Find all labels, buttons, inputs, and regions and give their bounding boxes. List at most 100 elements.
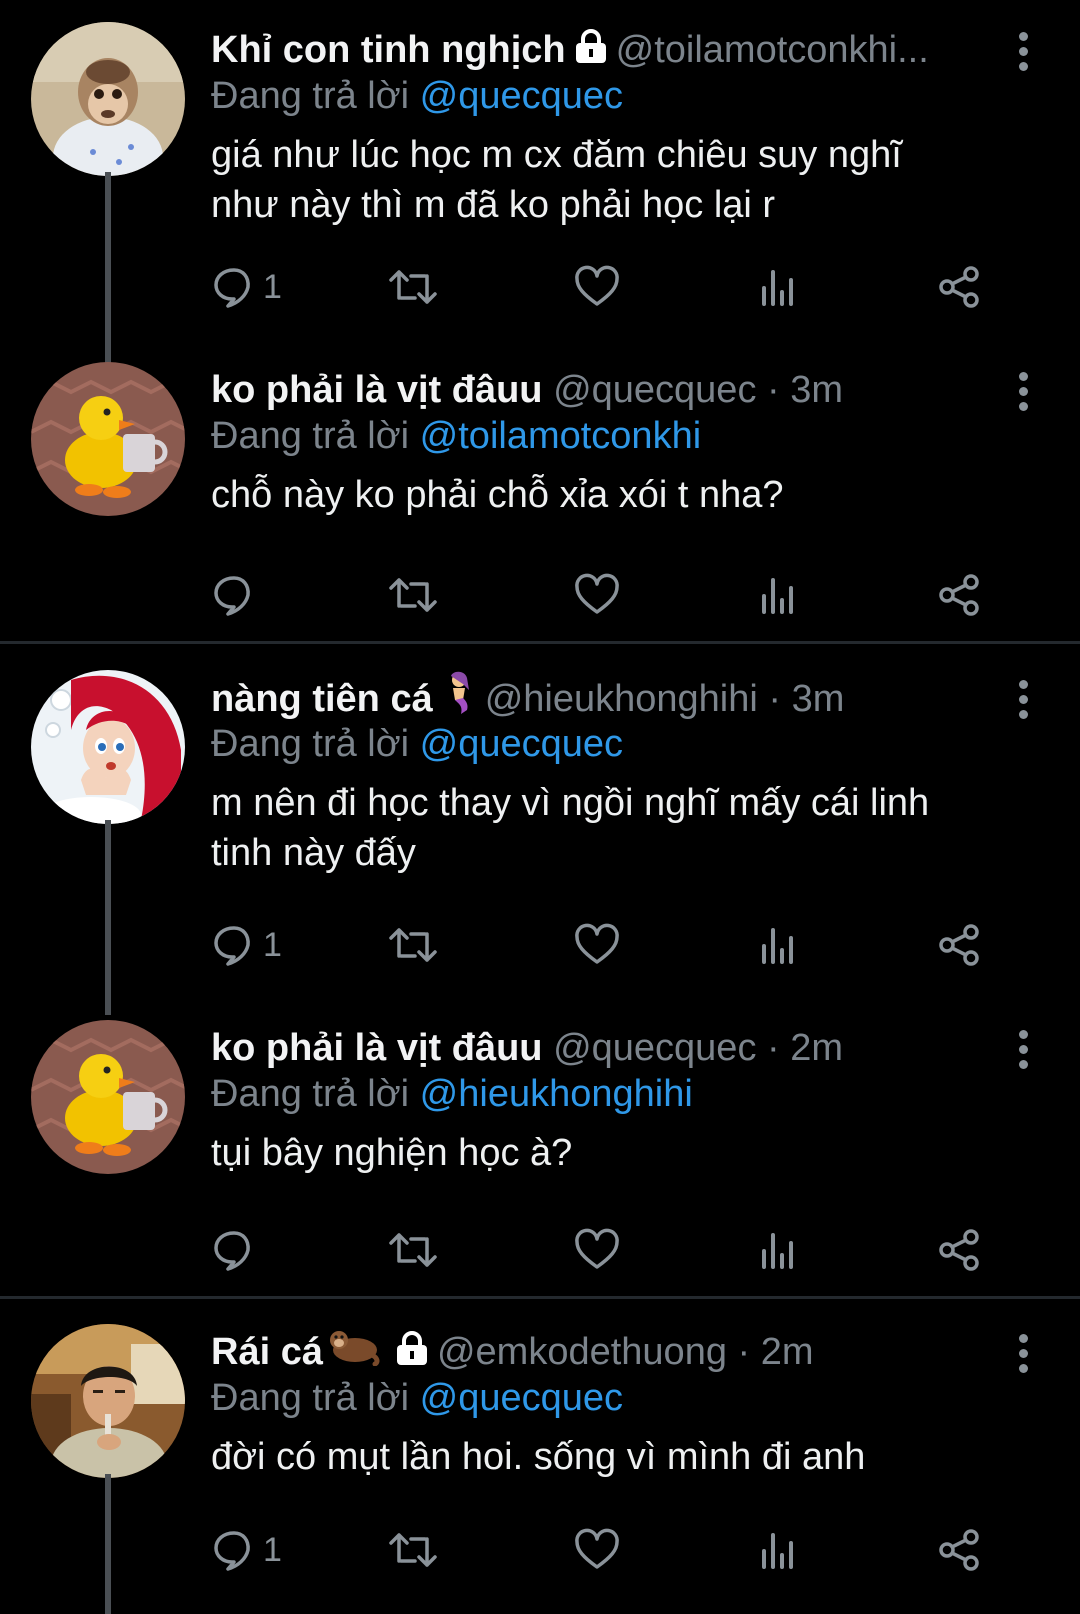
more-options-icon[interactable] (1012, 1330, 1034, 1380)
avatar[interactable] (31, 1324, 185, 1478)
share-button[interactable] (937, 920, 981, 970)
reply-prefix: Đang trả lời (211, 415, 410, 457)
analytics-button[interactable] (758, 1525, 798, 1575)
reply-mention[interactable]: @quecquec (420, 723, 623, 765)
display-name[interactable]: ko phải là vịt đâuu (211, 1027, 543, 1069)
tweet-text: đời có mụt lần hoi. sống vì mình đi anh (211, 1436, 866, 1478)
reply-button[interactable]: 1 (211, 1525, 282, 1575)
share-icon (939, 924, 979, 966)
share-icon (939, 1529, 979, 1571)
like-button[interactable] (573, 1525, 621, 1575)
more-options-icon[interactable] (1012, 28, 1034, 78)
tweet-actions: 1 (211, 262, 1011, 312)
analytics-icon (762, 928, 793, 964)
retweet-icon (389, 270, 437, 304)
display-name[interactable]: ko phải là vịt đâuu (211, 369, 543, 411)
avatar[interactable] (31, 22, 185, 176)
mermaid-avatar-icon (31, 670, 185, 824)
share-button[interactable] (937, 570, 981, 620)
reply-icon (214, 1531, 250, 1571)
user-handle[interactable]: @hieukhonghihi (485, 678, 758, 720)
timestamp[interactable]: · 3m (768, 678, 844, 720)
thread-divider (0, 641, 1080, 644)
retweet-icon (389, 1533, 437, 1567)
share-icon (939, 574, 979, 616)
tweet-actions: 1 (211, 1525, 1011, 1575)
analytics-button[interactable] (758, 570, 798, 620)
tweet-text: chỗ này ko phải chỗ xỉa xói t nha? (211, 474, 784, 516)
duck-avatar-icon (31, 1020, 185, 1174)
tweet-actions (211, 570, 1011, 620)
more-options-icon[interactable] (1012, 676, 1034, 726)
tweet-text: giá như lúc học m cx đăm chiêu suy nghĩ … (211, 134, 902, 226)
display-name[interactable]: Khỉ con tinh nghịch (211, 29, 566, 71)
retweet-button[interactable] (387, 570, 439, 620)
reply-button[interactable]: 1 (211, 920, 282, 970)
more-options-icon[interactable] (1012, 1026, 1034, 1076)
share-button[interactable] (937, 262, 981, 312)
timestamp[interactable]: · 2m (767, 1027, 843, 1069)
heart-icon (575, 1228, 619, 1269)
avatar[interactable] (31, 670, 185, 824)
user-handle[interactable]: @toilamotconkhi... (616, 29, 929, 71)
tweet[interactable]: Rái cá @emkodethuong · 2m Đang trả lời @q… (0, 1324, 1080, 1614)
reply-prefix: Đang trả lời (211, 1073, 410, 1115)
tweet[interactable]: ko phải là vịt đâuu @quecquec · 3m Đang … (0, 362, 1080, 622)
retweet-icon (389, 578, 437, 612)
reply-prefix: Đang trả lời (211, 723, 410, 765)
monkey-avatar-icon (31, 22, 185, 176)
user-handle[interactable]: @emkodethuong (437, 1331, 727, 1373)
more-options-icon[interactable] (1012, 368, 1034, 418)
reply-mention[interactable]: @toilamotconkhi (420, 415, 701, 457)
reply-mention[interactable]: @hieukhonghihi (420, 1073, 693, 1115)
person-avatar-icon (31, 1324, 185, 1478)
replying-to: Đang trả lời @toilamotconkhi (211, 410, 701, 462)
timestamp[interactable]: · 3m (767, 369, 843, 411)
analytics-icon (762, 1233, 793, 1269)
share-button[interactable] (937, 1225, 981, 1275)
like-button[interactable] (573, 570, 621, 620)
retweet-button[interactable] (387, 1525, 439, 1575)
analytics-icon (762, 270, 793, 306)
retweet-button[interactable] (387, 262, 439, 312)
replying-to: Đang trả lời @quecquec (211, 718, 623, 770)
reply-button[interactable] (211, 1225, 263, 1275)
heart-icon (575, 573, 619, 614)
tweet[interactable]: Khỉ con tinh nghịch @toilamotconkhi... Đa… (0, 22, 1080, 377)
display-name[interactable]: Rái cá (211, 1331, 323, 1373)
analytics-button[interactable] (758, 262, 798, 312)
heart-icon (575, 265, 619, 306)
avatar[interactable] (31, 1020, 185, 1174)
reply-button[interactable]: 1 (211, 262, 282, 312)
user-handle[interactable]: @quecquec (553, 1027, 756, 1069)
tweet[interactable]: nàng tiên cá @hieukhonghihi · 3m Đang trả… (0, 670, 1080, 1015)
tweet[interactable]: ko phải là vịt đâuu @quecquec · 2m Đang … (0, 1020, 1080, 1280)
thread-line (105, 1474, 111, 1614)
reply-prefix: Đang trả lời (211, 1377, 410, 1419)
reply-mention[interactable]: @quecquec (420, 1377, 623, 1419)
share-icon (939, 1229, 979, 1271)
timestamp[interactable]: · 2m (738, 1331, 814, 1373)
reply-mention[interactable]: @quecquec (420, 75, 623, 117)
reply-icon (214, 1231, 250, 1271)
user-handle[interactable]: @quecquec (553, 369, 756, 411)
avatar[interactable] (31, 362, 185, 516)
thread-line (105, 172, 111, 377)
retweet-button[interactable] (387, 1225, 439, 1275)
display-name[interactable]: nàng tiên cá (211, 678, 433, 720)
tweet-text: tụi bây nghiện học à? (211, 1132, 573, 1174)
reply-icon (214, 268, 250, 308)
share-button[interactable] (937, 1525, 981, 1575)
like-button[interactable] (573, 920, 621, 970)
analytics-icon (762, 1533, 793, 1569)
retweet-icon (389, 928, 437, 962)
retweet-button[interactable] (387, 920, 439, 970)
analytics-button[interactable] (758, 920, 798, 970)
like-button[interactable] (573, 1225, 621, 1275)
analytics-icon (762, 578, 793, 614)
reply-icon (214, 576, 250, 616)
reply-button[interactable] (211, 570, 263, 620)
analytics-button[interactable] (758, 1225, 798, 1275)
like-button[interactable] (573, 262, 621, 312)
tweet-text: m nên đi học thay vì ngồi nghĩ mấy cái l… (211, 782, 930, 874)
